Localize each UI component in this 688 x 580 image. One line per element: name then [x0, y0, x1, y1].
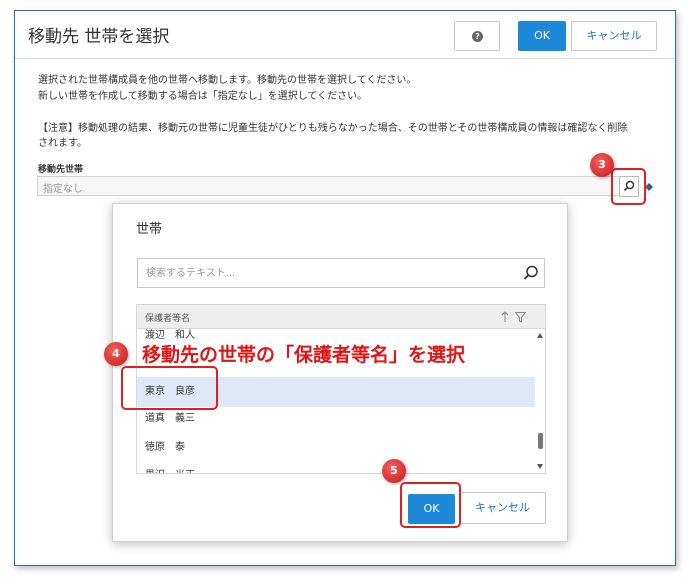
notice-line-2: されます。: [38, 138, 87, 149]
description-line-1: 選択された世帯構成員を他の世帯へ移動します。移動先の世帯を選択してください。: [38, 75, 417, 86]
destination-household-label: 移動先世帯: [38, 165, 84, 175]
step-3-badge: 3: [590, 153, 614, 177]
highlight-modal-ok: [400, 482, 461, 528]
search-input[interactable]: [138, 259, 524, 287]
notice-line-1: 【注意】移動処理の結果、移動元の世帯に児童生徒がひとりも残らなかった場合、その世…: [38, 123, 628, 134]
step-4-badge: 4: [104, 342, 128, 366]
step-5-badge: 5: [382, 459, 406, 483]
help-button[interactable]: ?: [454, 21, 500, 51]
description-line-2: 新しい世帯を作成して移動する場合は「指定なし」を選択してください。: [38, 91, 368, 102]
list-item[interactable]: 黒沢 光正: [137, 461, 535, 473]
question-icon: ?: [472, 31, 483, 42]
ok-button[interactable]: OK: [518, 21, 566, 51]
search-icon[interactable]: [522, 264, 540, 282]
search-box: [137, 258, 545, 288]
destination-household-field[interactable]: 指定なし: [37, 176, 627, 196]
cancel-button[interactable]: キャンセル: [571, 21, 657, 51]
highlight-selected-row: [121, 366, 218, 410]
scroll-thumb[interactable]: [538, 433, 543, 449]
callout-text: 移動先の世帯の「保護者等名」を選択: [142, 344, 466, 366]
modal-title: 世帯: [136, 222, 163, 237]
dialog-header: 移動先 世帯を選択 ? OK キャンセル: [15, 11, 675, 59]
list-item[interactable]: 徳原 泰: [137, 433, 535, 463]
scroll-up-icon[interactable]: [537, 333, 543, 338]
highlight-lookup-button: [611, 168, 646, 205]
dialog-title: 移動先 世帯を選択: [28, 27, 170, 47]
list-scrollbar[interactable]: [535, 329, 545, 473]
modal-cancel-button[interactable]: キャンセル: [459, 492, 546, 524]
scroll-down-icon[interactable]: [537, 464, 543, 469]
clear-icon[interactable]: [645, 183, 653, 191]
